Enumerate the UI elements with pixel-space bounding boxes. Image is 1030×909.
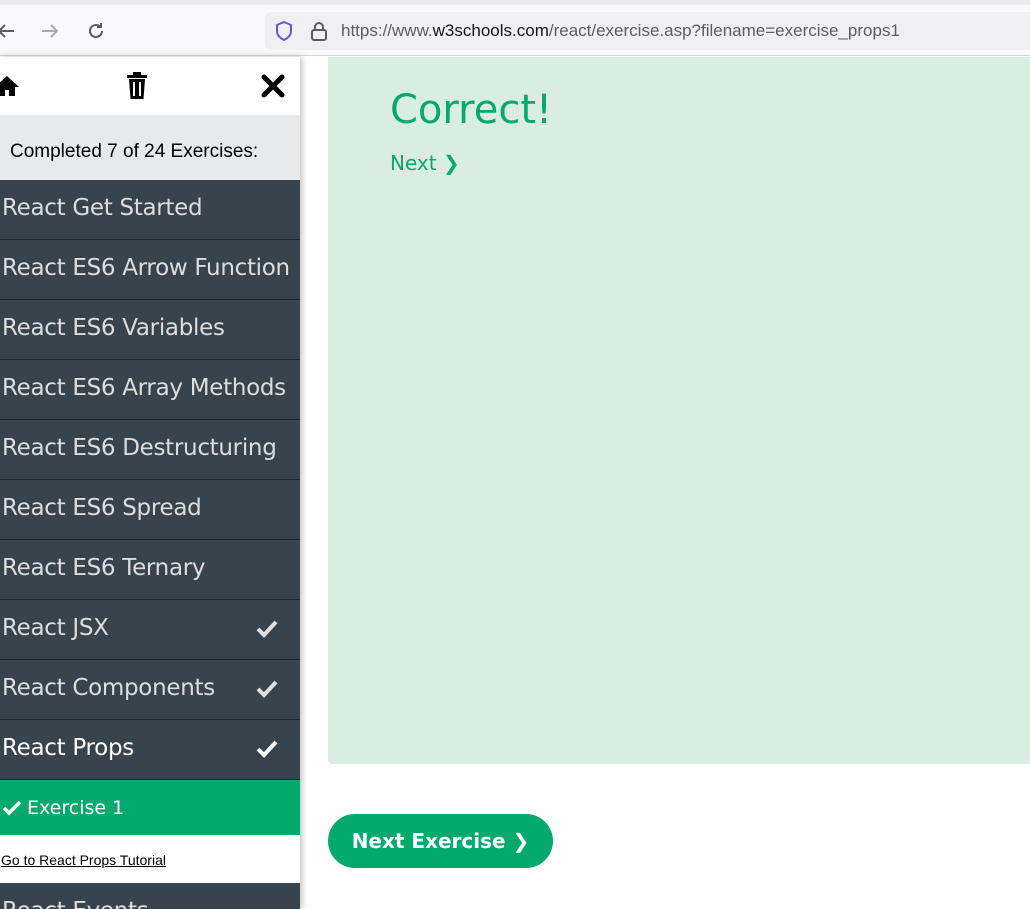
progress-summary: Completed 7 of 24 Exercises:	[0, 115, 300, 180]
menu-item-react-events[interactable]: React Events	[0, 883, 300, 909]
url-text[interactable]: https://www.w3schools.com/react/exercise…	[341, 21, 900, 41]
url-prefix: https://www.	[341, 21, 433, 40]
menu-item-react-es6-array-methods[interactable]: React ES6 Array Methods	[0, 360, 300, 420]
menu-item-react-es6-variables[interactable]: React ES6 Variables	[0, 300, 300, 360]
shield-icon[interactable]	[273, 20, 295, 42]
menu-item-label: React Events	[2, 898, 149, 909]
result-panel: Correct! Next ❯	[328, 57, 1030, 764]
menu-item-label: React Get Started	[2, 195, 203, 221]
menu-item-label: React ES6 Spread	[2, 495, 202, 521]
exercise-menu: React Get Started React ES6 Arrow Functi…	[0, 180, 300, 909]
lock-icon[interactable]	[309, 20, 329, 42]
reload-icon[interactable]	[82, 17, 110, 45]
url-path: /react/exercise.asp?filename=exercise_pr…	[548, 21, 900, 40]
exercise-label: Exercise 1	[27, 797, 125, 819]
menu-item-label: React ES6 Destructuring	[2, 435, 277, 461]
menu-item-react-get-started[interactable]: React Get Started	[0, 180, 300, 240]
menu-item-label: React ES6 Ternary	[2, 555, 206, 581]
menu-item-react-es6-arrow-function[interactable]: React ES6 Arrow Function	[0, 240, 300, 300]
tutorial-link[interactable]: Go to React Props Tutorial	[1, 852, 166, 868]
close-icon[interactable]	[259, 71, 287, 101]
next-link[interactable]: Next ❯	[390, 151, 460, 175]
forward-arrow-icon[interactable]	[36, 17, 64, 45]
menu-item-label: React JSX	[2, 615, 109, 641]
checkmark-icon	[256, 618, 278, 640]
sidebar-toolbar	[0, 57, 300, 115]
menu-item-react-es6-ternary[interactable]: React ES6 Ternary	[0, 540, 300, 600]
menu-item-label: React ES6 Variables	[2, 315, 225, 341]
menu-item-react-props[interactable]: React Props	[0, 720, 300, 780]
checkmark-icon	[256, 738, 278, 760]
menu-item-label: React Props	[2, 735, 134, 761]
tutorial-link-row: Go to React Props Tutorial	[0, 835, 300, 883]
menu-item-label: React Components	[2, 675, 215, 701]
url-bar[interactable]: https://www.w3schools.com/react/exercise…	[265, 12, 1030, 50]
next-exercise-button[interactable]: Next Exercise ❯	[328, 814, 553, 868]
menu-item-react-jsx[interactable]: React JSX	[0, 600, 300, 660]
exercise-sidebar: Completed 7 of 24 Exercises: React Get S…	[0, 57, 300, 909]
menu-item-react-components[interactable]: React Components	[0, 660, 300, 720]
menu-item-label: React ES6 Array Methods	[2, 375, 286, 401]
checkmark-icon	[2, 799, 22, 817]
menu-item-react-es6-spread[interactable]: React ES6 Spread	[0, 480, 300, 540]
menu-item-react-es6-destructuring[interactable]: React ES6 Destructuring	[0, 420, 300, 480]
url-domain: w3schools.com	[432, 21, 549, 40]
progress-text: Completed 7 of 24 Exercises:	[10, 141, 259, 162]
checkmark-icon	[256, 678, 278, 700]
trash-icon[interactable]	[124, 71, 150, 101]
menu-item-label: React ES6 Arrow Function	[2, 255, 290, 281]
result-title: Correct!	[390, 87, 553, 133]
home-icon[interactable]	[0, 71, 20, 101]
back-arrow-icon[interactable]	[0, 17, 20, 45]
exercise-item-1[interactable]: Exercise 1	[0, 780, 300, 835]
tab-strip-edge	[0, 0, 1030, 5]
browser-toolbar: https://www.w3schools.com/react/exercise…	[0, 0, 1030, 56]
